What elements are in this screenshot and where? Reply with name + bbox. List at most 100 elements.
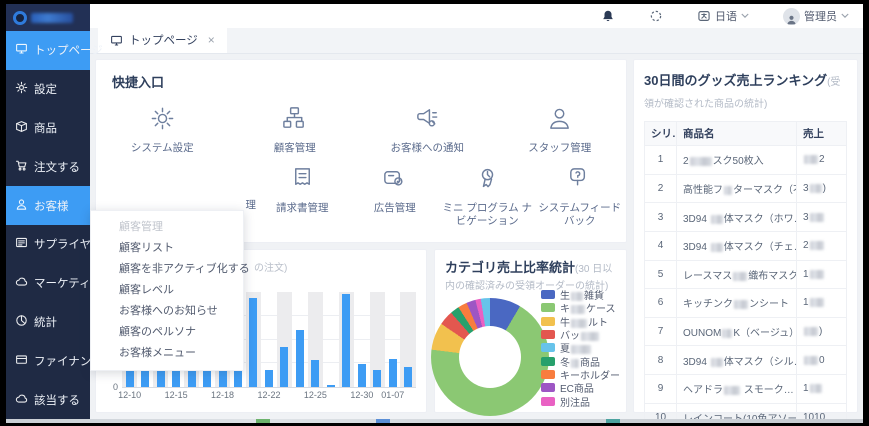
product-name: レインコート(10色アソート) (677, 403, 797, 419)
legend-label: 別注品 (560, 394, 590, 409)
notifications-button[interactable] (601, 9, 615, 23)
quick-entry-label: 広告管理 (374, 202, 416, 215)
quick-entry-item[interactable]: システムフィードバック (534, 165, 627, 228)
bar-column (308, 292, 323, 387)
redacted-text (711, 215, 723, 224)
bar-column (385, 292, 400, 387)
legend-swatch (541, 383, 555, 392)
dropdown-menu-item[interactable]: お客様へのお知らせ (91, 301, 243, 322)
table-row[interactable]: 7OUNOMK（ベージュ）) (645, 317, 847, 346)
quick-entry-item[interactable]: 広告管理 (349, 165, 442, 228)
legend-item[interactable]: 夏 (541, 341, 620, 354)
legend-item[interactable]: 牛ルト (541, 315, 620, 328)
rank-index: 10 (645, 403, 677, 419)
table-row[interactable]: 2高性能フターマスク（不…3) (645, 174, 847, 203)
x-axis-tick: 01-07 (381, 390, 404, 400)
dropdown-menu-item[interactable]: 顧客レベル (91, 280, 243, 301)
ranking-table: シリ…商品名売上 12スク50枚入22高性能フターマスク（不…3)33D94 体… (644, 121, 847, 419)
rank-index: 5 (645, 260, 677, 289)
quick-entry-label: 請求書管理 (276, 202, 329, 215)
x-axis-tick: 12-22 (257, 390, 280, 400)
redacted-text (810, 270, 824, 279)
avatar (783, 8, 800, 25)
monitor-icon (110, 34, 123, 47)
admin-dashboard-window: トップページ設定商品注文するお客様サプライヤマーケティン統計ファイナンス該当する… (6, 4, 863, 419)
table-row[interactable]: 10レインコート(10色アソート)1010 (645, 403, 847, 419)
dropdown-menu-item[interactable]: 顧客リスト (91, 238, 243, 259)
app-logo[interactable] (6, 4, 90, 31)
sales-value: 3) (797, 174, 847, 203)
language-icon (697, 9, 711, 23)
org-chart-icon (281, 105, 308, 137)
rank-index: 4 (645, 231, 677, 260)
sidebar-item[interactable]: サプライヤ (6, 225, 90, 264)
sidebar-item[interactable]: お客様 (6, 186, 90, 225)
ad-icon (381, 165, 408, 197)
monitor-icon (15, 42, 28, 58)
table-row[interactable]: 6キッチンクンシート1 (645, 289, 847, 318)
sidebar: トップページ設定商品注文するお客様サプライヤマーケティン統計ファイナンス該当する (6, 4, 90, 419)
bar-column (261, 292, 276, 387)
legend-item[interactable]: 冬商品 (541, 354, 620, 367)
sales-value: 1010 (797, 403, 847, 419)
legend-item[interactable]: キーホルダー (541, 368, 620, 381)
language-label: 日语 (715, 8, 737, 24)
sidebar-item[interactable]: 商品 (6, 109, 90, 148)
redacted-text (724, 186, 732, 195)
legend-item[interactable]: EC商品 (541, 381, 620, 394)
dropdown-menu-item[interactable]: 顧客のペルソナ (91, 322, 243, 343)
sales-value: 0 (797, 346, 847, 375)
redacted-text (571, 345, 591, 354)
table-row[interactable]: 9ヘアドラ スモーク…1 (645, 374, 847, 403)
language-selector[interactable]: 日语 (697, 8, 749, 24)
table-row[interactable]: 33D94 体マスク（ホワ…3 (645, 203, 847, 232)
user-menu[interactable]: 管理员 (783, 8, 849, 25)
sidebar-item[interactable]: 設定 (6, 70, 90, 109)
quick-entry-row-1: システム設定 顧客管理 お客様への通知スタッフ管理 (96, 105, 626, 155)
table-row[interactable]: 12スク50枚入2 (645, 146, 847, 175)
table-row[interactable]: 83D94 体マスク（シル…0 (645, 346, 847, 375)
pie-icon (15, 314, 28, 330)
touch-icon (474, 165, 501, 197)
gear-outline-icon (149, 105, 176, 137)
brand-name-redacted (31, 13, 73, 23)
bar-column (370, 292, 385, 387)
sidebar-item[interactable]: マーケティン (6, 264, 90, 303)
quick-entry-item[interactable]: 請求書管理 (256, 165, 349, 228)
megaphone-icon (414, 105, 441, 137)
sidebar-item-label: 商品 (34, 120, 57, 136)
tab-close-icon[interactable]: × (208, 33, 215, 47)
quick-entry-item[interactable]: スタッフ管理 (494, 105, 627, 155)
quick-entry-label: システム設定 (131, 142, 194, 155)
quick-entry-item[interactable]: システム設定 (96, 105, 229, 155)
sidebar-item[interactable]: トップページ (6, 31, 90, 70)
sidebar-item[interactable]: ファイナンス (6, 341, 90, 380)
legend-item[interactable]: 生雑貨 (541, 288, 620, 301)
tab-top-page[interactable]: トップページ × (98, 27, 227, 53)
sidebar-item[interactable]: 該当する (6, 380, 90, 419)
ranking-column-header: シリ… (645, 122, 677, 146)
quick-entry-label: スタッフ管理 (528, 142, 591, 155)
x-axis-tick: 12-30 (350, 390, 373, 400)
legend-item[interactable]: バッ (541, 328, 620, 341)
quick-entry-label: 理 (246, 199, 257, 212)
quick-entry-item[interactable]: ミニ プログラム ナビゲーション (441, 165, 534, 228)
rank-index: 6 (645, 289, 677, 318)
box-icon (15, 120, 28, 136)
bar-column (400, 292, 415, 387)
legend-item[interactable]: 別注品 (541, 394, 620, 407)
legend-swatch (541, 370, 555, 379)
dropdown-menu-item[interactable]: お客様メニュー (91, 343, 243, 364)
list-icon (15, 236, 28, 252)
table-row[interactable]: 5レースマス織布マスク)1 (645, 260, 847, 289)
legend-item[interactable]: キケース (541, 301, 620, 314)
table-row[interactable]: 43D94 体マスク（チェ…2 (645, 231, 847, 260)
quick-entry-label: 顧客管理 (274, 142, 316, 155)
dropdown-menu-item[interactable]: 顧客を非アクティブ化する (91, 259, 243, 280)
sidebar-item[interactable]: 注文する (6, 147, 90, 186)
quick-entry-item[interactable]: 顧客管理 (229, 105, 362, 155)
sidebar-item[interactable]: 統計 (6, 303, 90, 342)
quick-entry-item[interactable]: お客様への通知 (361, 105, 494, 155)
refresh-button[interactable] (649, 9, 663, 23)
redacted-text (810, 298, 824, 307)
